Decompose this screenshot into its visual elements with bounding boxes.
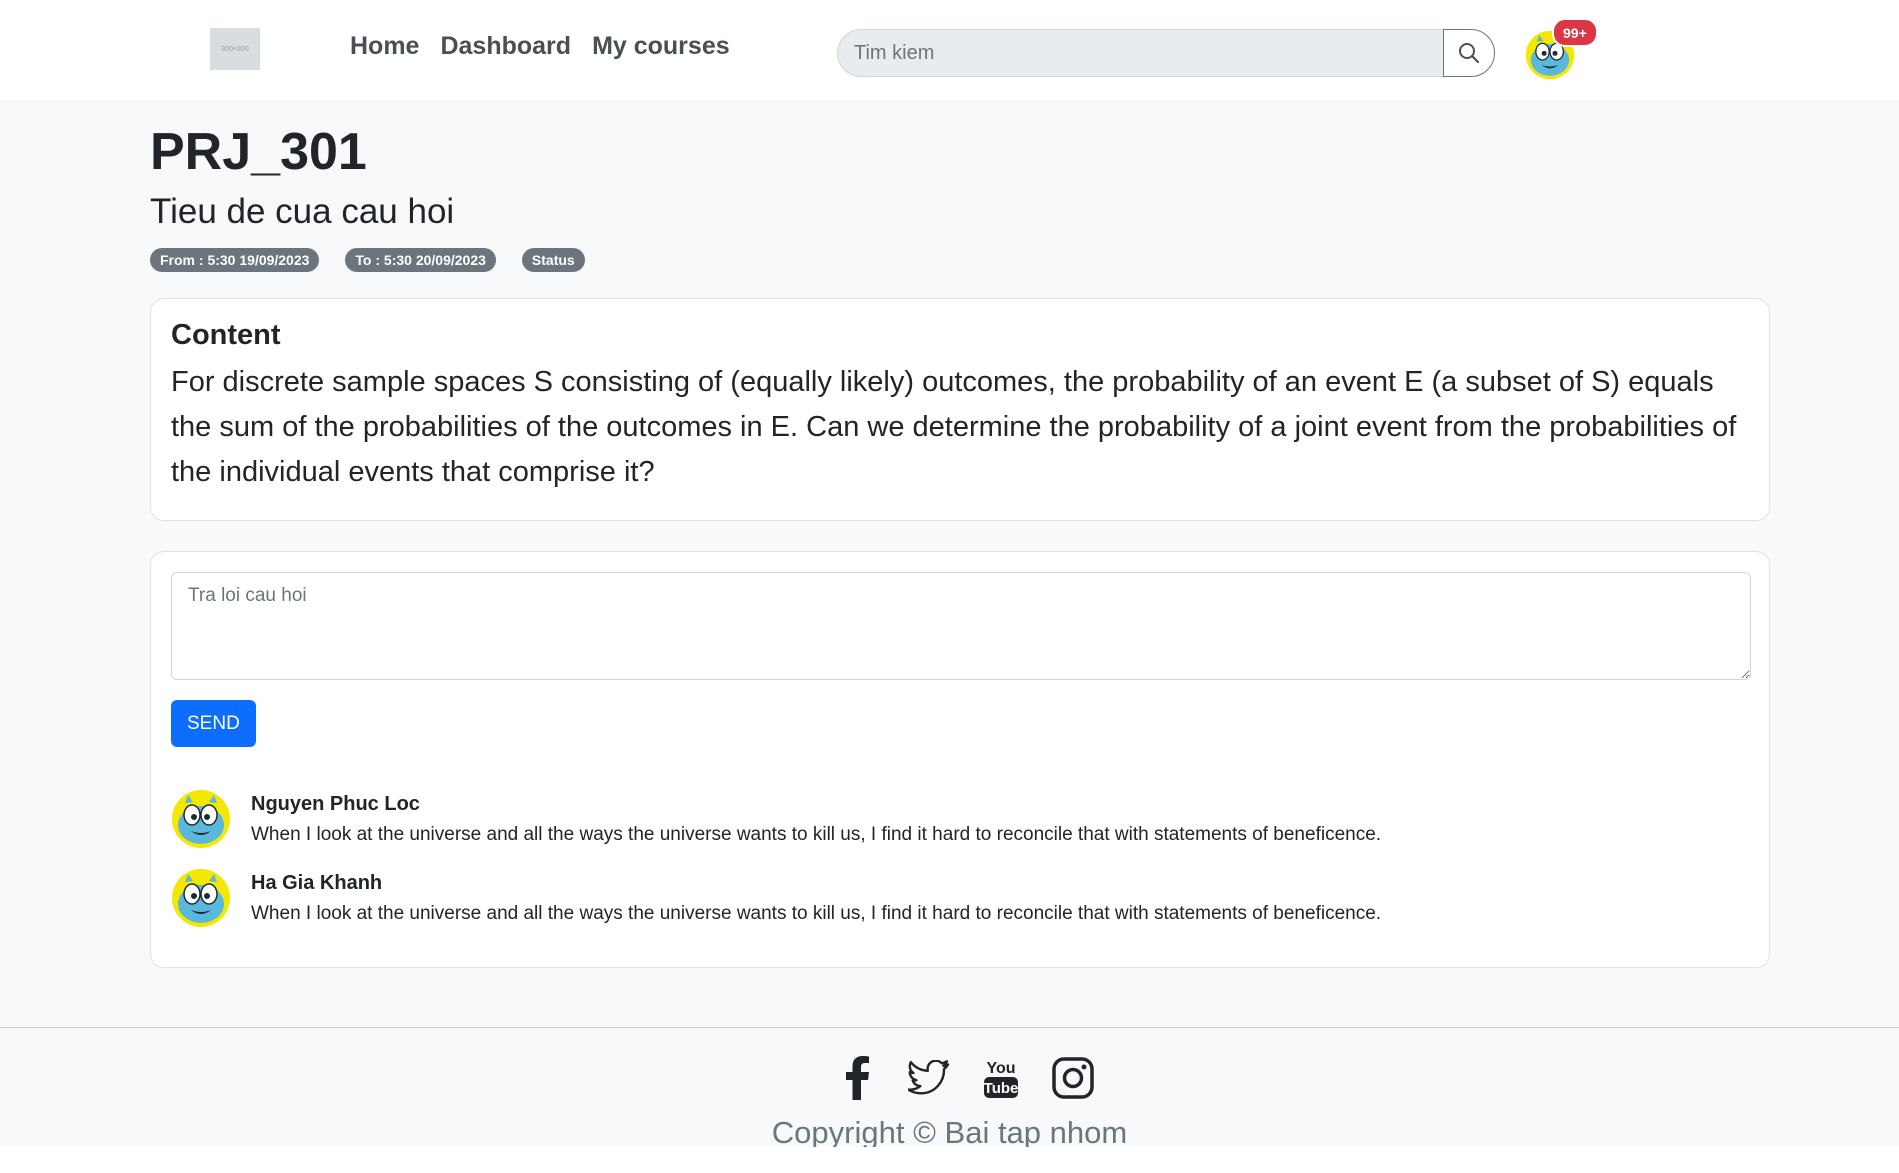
copyright-text: Copyright © Bai tap nhom bbox=[771, 1115, 1128, 1150]
youtube-icon[interactable]: You Tube bbox=[979, 1056, 1023, 1100]
search-icon bbox=[1459, 43, 1480, 64]
comment-author: Nguyen Phuc Loc bbox=[251, 793, 420, 815]
bottom-band bbox=[0, 1147, 1899, 1173]
nav-link-home[interactable]: Home bbox=[350, 32, 419, 61]
page-footer: You Tube Copyright © Bai tap nhom bbox=[0, 1027, 1899, 1150]
commenter-avatar[interactable] bbox=[171, 789, 231, 849]
answer-textarea[interactable] bbox=[171, 572, 1751, 680]
youtube-you-text: You bbox=[986, 1060, 1015, 1077]
comment-item: Nguyen Phuc Loc When I look at the unive… bbox=[171, 789, 1749, 849]
instagram-icon[interactable] bbox=[1051, 1056, 1095, 1100]
search-button[interactable] bbox=[1443, 29, 1495, 77]
nav-link-dashboard[interactable]: Dashboard bbox=[440, 32, 571, 61]
answer-card: SEND Nguyen Phuc Loc When I look at the … bbox=[150, 551, 1770, 968]
logo-placeholder-image[interactable]: 300×300 bbox=[210, 28, 260, 70]
youtube-tube-text: Tube bbox=[984, 1080, 1019, 1097]
question-content-card: Content For discrete sample spaces S con… bbox=[150, 298, 1770, 521]
send-button[interactable]: SEND bbox=[171, 700, 256, 747]
commenter-avatar[interactable] bbox=[171, 868, 231, 928]
question-badges: From : 5:30 19/09/2023 To : 5:30 20/09/2… bbox=[150, 248, 611, 272]
comment-body: Ha Gia Khanh When I look at the universe… bbox=[251, 868, 1381, 925]
to-date-badge: To : 5:30 20/09/2023 bbox=[345, 248, 496, 272]
logo-placeholder-text: 300×300 bbox=[221, 45, 249, 53]
search-bar bbox=[837, 29, 1495, 77]
from-date-badge: From : 5:30 19/09/2023 bbox=[150, 248, 320, 272]
content-heading: Content bbox=[171, 319, 281, 351]
comment-item: Ha Gia Khanh When I look at the universe… bbox=[171, 868, 1749, 928]
nav-link-my-courses[interactable]: My courses bbox=[592, 32, 730, 61]
top-navbar: 300×300 Home Dashboard My courses 99+ bbox=[0, 0, 1899, 100]
comment-text: When I look at the universe and all the … bbox=[251, 903, 1382, 924]
search-input[interactable] bbox=[837, 29, 1443, 77]
comment-list: Nguyen Phuc Loc When I look at the unive… bbox=[171, 789, 1749, 928]
status-badge: Status bbox=[521, 248, 585, 272]
main-nav: Home Dashboard My courses bbox=[350, 32, 730, 61]
facebook-icon[interactable] bbox=[835, 1056, 879, 1100]
question-content-text: For discrete sample spaces S consisting … bbox=[171, 366, 1737, 488]
comment-text: When I look at the universe and all the … bbox=[251, 824, 1382, 845]
comment-body: Nguyen Phuc Loc When I look at the unive… bbox=[251, 789, 1381, 846]
twitter-icon[interactable] bbox=[907, 1056, 951, 1100]
notification-badge[interactable]: 99+ bbox=[1552, 18, 1598, 47]
question-title: Tieu de cua cau hoi bbox=[150, 192, 455, 231]
comment-author: Ha Gia Khanh bbox=[251, 872, 383, 894]
course-title: PRJ_301 bbox=[150, 123, 367, 181]
social-links: You Tube bbox=[835, 1056, 1095, 1100]
